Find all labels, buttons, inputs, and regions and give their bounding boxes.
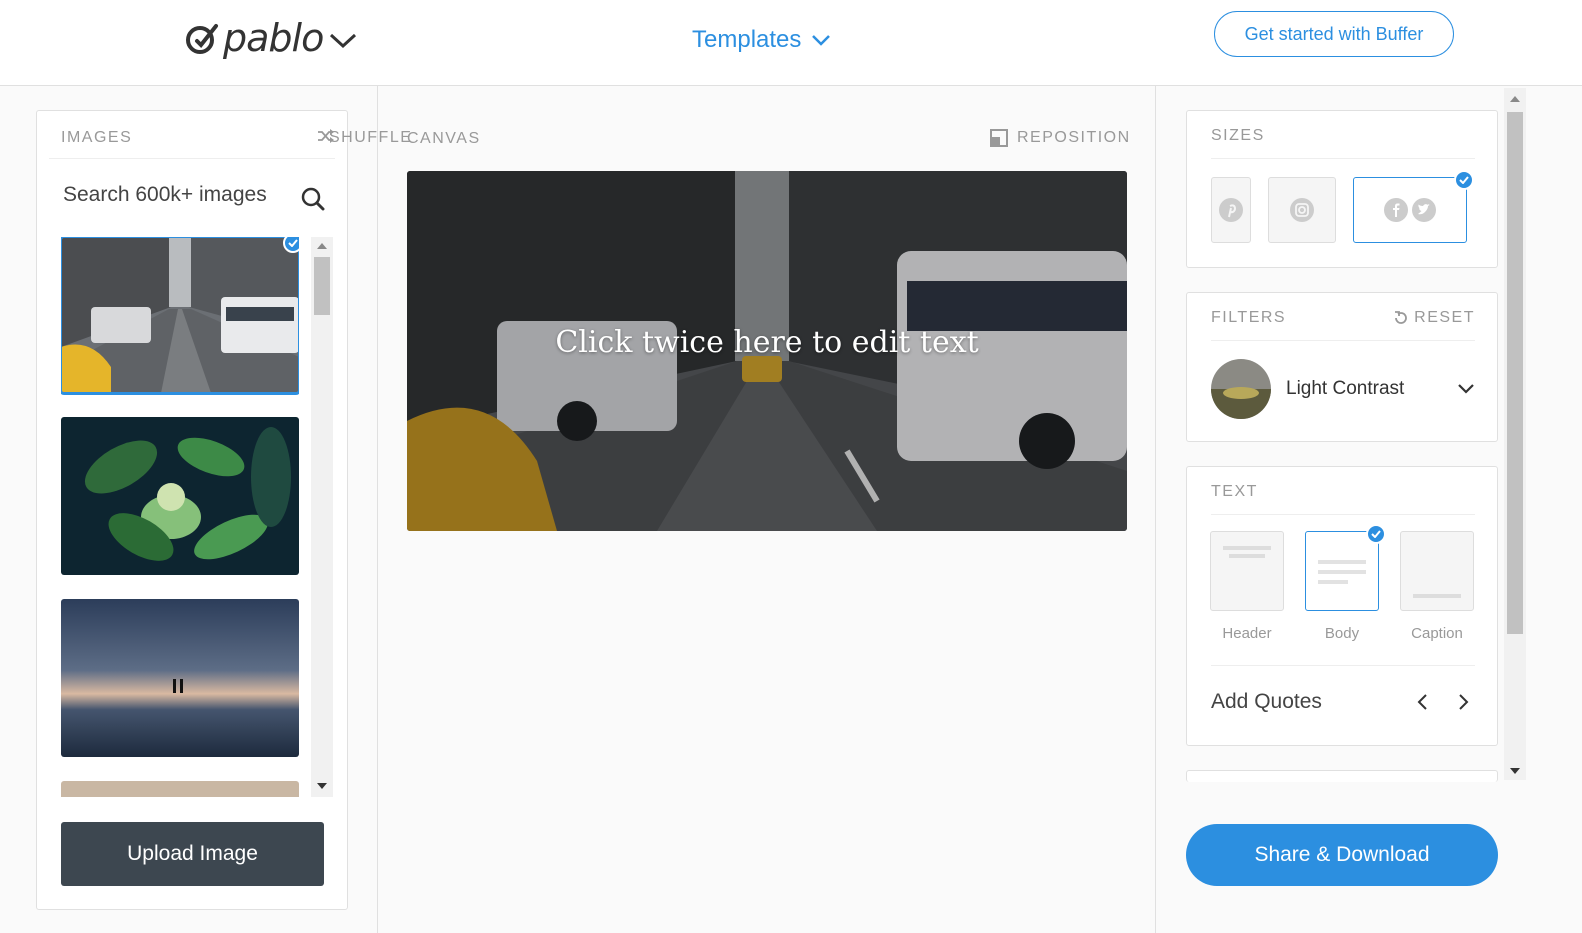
images-title: IMAGES [61, 129, 133, 146]
reset-icon [1395, 311, 1408, 324]
canvas[interactable]: Click twice here to edit text [407, 171, 1127, 531]
left-column: IMAGES SHUFFLE Search 600k+ images Uploa… [0, 86, 411, 933]
right-column: SIZES FILTERS RESET Light Contrast TEXT … [1155, 86, 1582, 933]
filters-panel: FILTERS RESET Light Contrast [1186, 292, 1498, 442]
size-facebook-twitter-button[interactable] [1353, 170, 1474, 243]
text-option-caption[interactable] [1400, 531, 1474, 611]
image-thumb-partial[interactable] [61, 781, 299, 797]
chevron-down-icon [1458, 384, 1474, 394]
sizes-title: SIZES [1211, 127, 1265, 144]
images-panel: IMAGES SHUFFLE Search 600k+ images Uploa… [36, 110, 411, 910]
street-image [61, 237, 299, 393]
text-option-body-label: Body [1324, 625, 1360, 642]
size-instagram-button[interactable] [1268, 177, 1336, 243]
templates-label: Templates [692, 26, 802, 53]
facebook-icon [1384, 198, 1408, 222]
chevron-left-icon[interactable] [1415, 693, 1429, 711]
text-option-body[interactable] [1305, 524, 1386, 611]
plant-image [61, 417, 299, 575]
top-bar: pablo Templates Get started with Buffer [0, 0, 1582, 86]
templates-dropdown[interactable]: Templates [692, 26, 831, 54]
sizes-panel: SIZES [1186, 110, 1498, 268]
text-header: TEXT [1211, 483, 1475, 515]
scroll-down-icon[interactable] [317, 783, 327, 789]
reset-button[interactable]: RESET [1393, 309, 1475, 327]
filters-header: FILTERS RESET [1211, 309, 1475, 341]
chevron-down-icon [330, 33, 357, 49]
share-download-button[interactable]: Share & Download [1186, 824, 1498, 886]
scrollbar-thumb[interactable] [314, 257, 330, 315]
text-option-header[interactable] [1210, 531, 1284, 611]
add-quotes-row: Add Quotes [1211, 665, 1475, 714]
reposition-icon [990, 129, 1008, 147]
text-option-header-label: Header [1222, 625, 1272, 642]
get-started-button[interactable]: Get started with Buffer [1214, 11, 1454, 57]
selected-check-icon [1454, 170, 1474, 190]
chevron-right-icon[interactable] [1457, 693, 1471, 711]
shuffle-label: SHUFFLE [329, 129, 413, 146]
scroll-up-icon[interactable] [317, 243, 327, 249]
image-thumb-plant[interactable] [61, 417, 299, 575]
image-thumb-street[interactable] [61, 237, 299, 395]
text-title: TEXT [1211, 483, 1258, 500]
beach-image [61, 599, 299, 757]
filter-preview [1211, 359, 1271, 419]
search-icon[interactable] [301, 187, 325, 211]
next-panel-partial [1186, 770, 1498, 782]
image-search [63, 183, 325, 219]
reposition-label: REPOSITION [1017, 129, 1131, 146]
text-option-caption-label: Caption [1411, 625, 1463, 642]
size-pinterest-button[interactable] [1211, 177, 1251, 243]
shuffle-button[interactable]: SHUFFLE [317, 129, 411, 146]
search-input[interactable] [63, 183, 283, 207]
canvas-overlay-text[interactable]: Click twice here to edit text [407, 325, 1127, 360]
twitter-icon [1412, 198, 1436, 222]
sizes-header: SIZES [1211, 127, 1475, 159]
filters-title: FILTERS [1211, 309, 1287, 326]
pablo-logo[interactable]: pablo [185, 16, 357, 60]
image-list [61, 237, 299, 797]
images-header: IMAGES SHUFFLE [49, 129, 411, 159]
filter-dropdown[interactable]: Light Contrast [1211, 359, 1475, 419]
right-panel-scrollbar[interactable] [1504, 88, 1526, 780]
chevron-down-icon [812, 35, 831, 46]
upload-image-button[interactable]: Upload Image [61, 822, 324, 886]
image-list-scrollbar[interactable] [311, 237, 333, 797]
reset-label: RESET [1414, 309, 1475, 326]
reposition-button[interactable]: REPOSITION [990, 129, 1131, 147]
image-thumb-beach[interactable] [61, 599, 299, 757]
scrollbar-thumb[interactable] [1507, 112, 1523, 634]
canvas-title: CANVAS [407, 130, 481, 147]
add-quotes-label: Add Quotes [1211, 690, 1322, 713]
scroll-up-icon[interactable] [1510, 96, 1520, 102]
filter-name: Light Contrast [1286, 378, 1405, 399]
text-panel: TEXT Header Body Caption Add Quotes [1186, 466, 1498, 746]
logo-text: pablo [223, 16, 324, 60]
instagram-icon [1290, 198, 1314, 222]
logo-mark-icon [186, 24, 218, 54]
pinterest-icon [1219, 198, 1243, 222]
selected-check-icon [1366, 524, 1386, 544]
scroll-down-icon[interactable] [1510, 768, 1520, 774]
